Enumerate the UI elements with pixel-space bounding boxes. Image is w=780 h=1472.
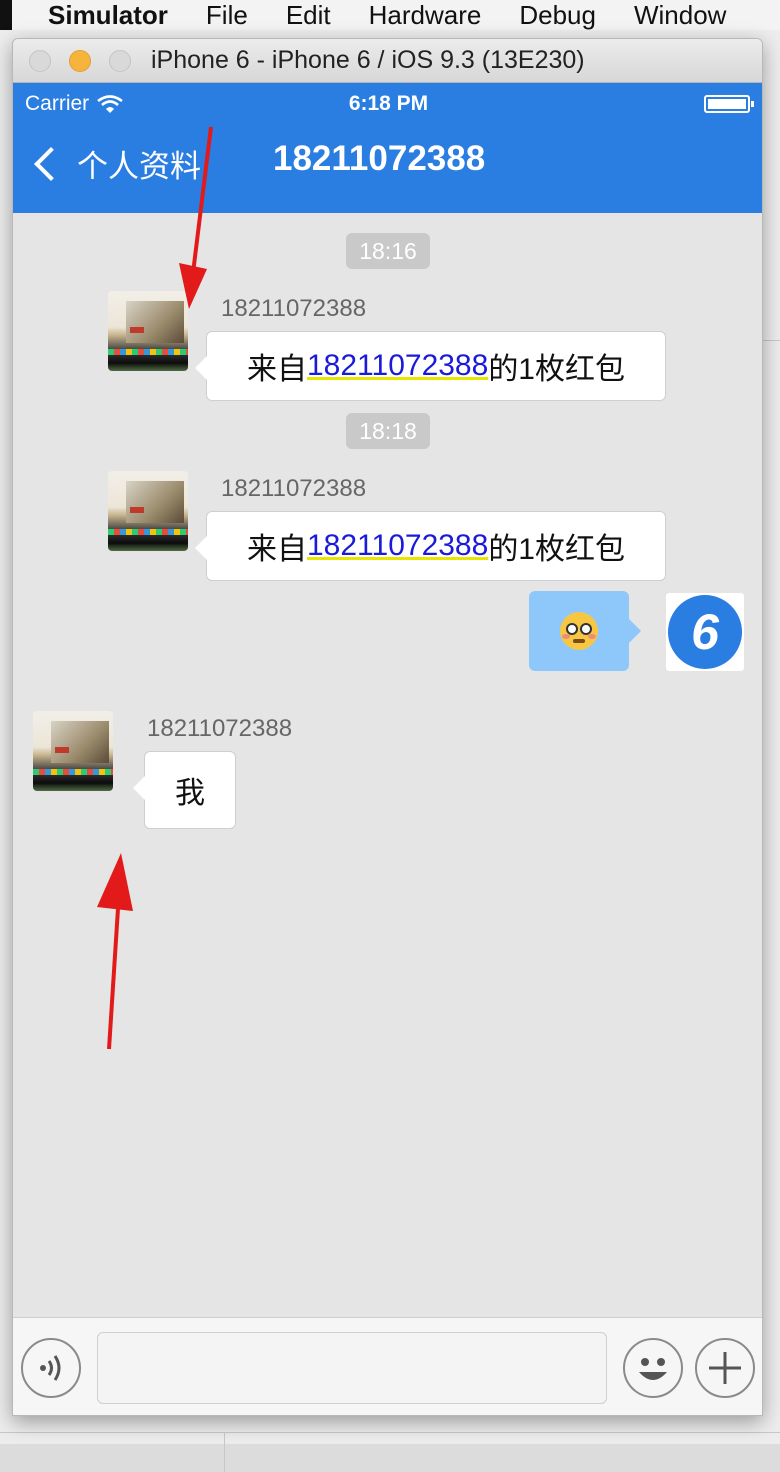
red-packet-message[interactable]: 来自 18211072388 的1枚红包	[195, 511, 666, 581]
outgoing-emoji-message[interactable]	[529, 591, 641, 671]
phone-link[interactable]: 18211072388	[307, 349, 488, 383]
menu-edit[interactable]: Edit	[286, 0, 331, 31]
contact-avatar[interactable]	[108, 471, 188, 551]
message-prefix: 来自	[247, 533, 307, 566]
menu-file[interactable]: File	[206, 0, 248, 31]
sender-name: 18211072388	[221, 475, 367, 502]
menu-debug[interactable]: Debug	[519, 0, 596, 31]
voice-icon	[40, 1355, 61, 1381]
menu-window[interactable]: Window	[634, 0, 726, 31]
message-suffix: 的1枚红包	[488, 533, 625, 566]
emoji-button[interactable]	[623, 1338, 683, 1398]
window-minimize-button[interactable]	[69, 50, 91, 72]
menu-hardware[interactable]: Hardware	[369, 0, 482, 31]
page-title: 18211072388	[273, 139, 486, 178]
chat-area[interactable]: 18:16 18211072388 来自 18211072388 的1枚红包 18:…	[13, 126, 762, 1317]
background-divider	[760, 340, 780, 341]
window-close-button[interactable]	[29, 50, 51, 72]
phone-link[interactable]: 18211072388	[307, 529, 488, 563]
my-avatar[interactable]: 6	[666, 593, 744, 671]
status-time: 6:18 PM	[348, 92, 429, 115]
message-input[interactable]	[97, 1332, 607, 1404]
sender-name: 18211072388	[147, 715, 293, 742]
flushed-face-emoji-icon	[560, 612, 598, 650]
message-text: 我	[175, 777, 205, 810]
apple-icon[interactable]	[0, 0, 12, 30]
background-divider	[0, 1432, 780, 1433]
voice-button[interactable]	[21, 1338, 81, 1398]
app-logo-icon: 6	[668, 595, 742, 669]
annotation-arrow-icon	[97, 853, 133, 1050]
simulator-window: iPhone 6 - iPhone 6 / iOS 9.3 (13E230) C…	[12, 38, 763, 1416]
window-titlebar[interactable]: iPhone 6 - iPhone 6 / iOS 9.3 (13E230)	[13, 39, 762, 83]
sender-name: 18211072388	[221, 295, 367, 322]
message-prefix: 来自	[247, 353, 307, 386]
window-zoom-button[interactable]	[109, 50, 131, 72]
menu-app-name[interactable]: Simulator	[48, 0, 168, 31]
battery-icon	[704, 95, 754, 113]
add-attachment-button[interactable]	[695, 1338, 755, 1398]
background-divider	[224, 1432, 225, 1472]
emoji-icon	[639, 1358, 667, 1380]
annotation-arrow-icon	[179, 126, 213, 309]
text-message[interactable]: 我	[133, 751, 236, 829]
timestamp-label: 18:18	[346, 413, 430, 449]
plus-icon	[709, 1352, 741, 1384]
timestamp-label: 18:16	[346, 233, 430, 269]
contact-avatar[interactable]	[33, 711, 113, 791]
red-packet-message[interactable]: 来自 18211072388 的1枚红包	[195, 331, 666, 401]
message-suffix: 的1枚红包	[488, 353, 625, 386]
window-title: iPhone 6 - iPhone 6 / iOS 9.3 (13E230)	[151, 46, 585, 74]
navigation-bar: Carrier 6:18 PM 个人资料 18211072388	[13, 83, 762, 213]
input-toolbar	[13, 1317, 762, 1415]
mac-menubar: Simulator File Edit Hardware Debug Windo…	[0, 0, 780, 30]
chevron-left-icon	[34, 146, 68, 181]
